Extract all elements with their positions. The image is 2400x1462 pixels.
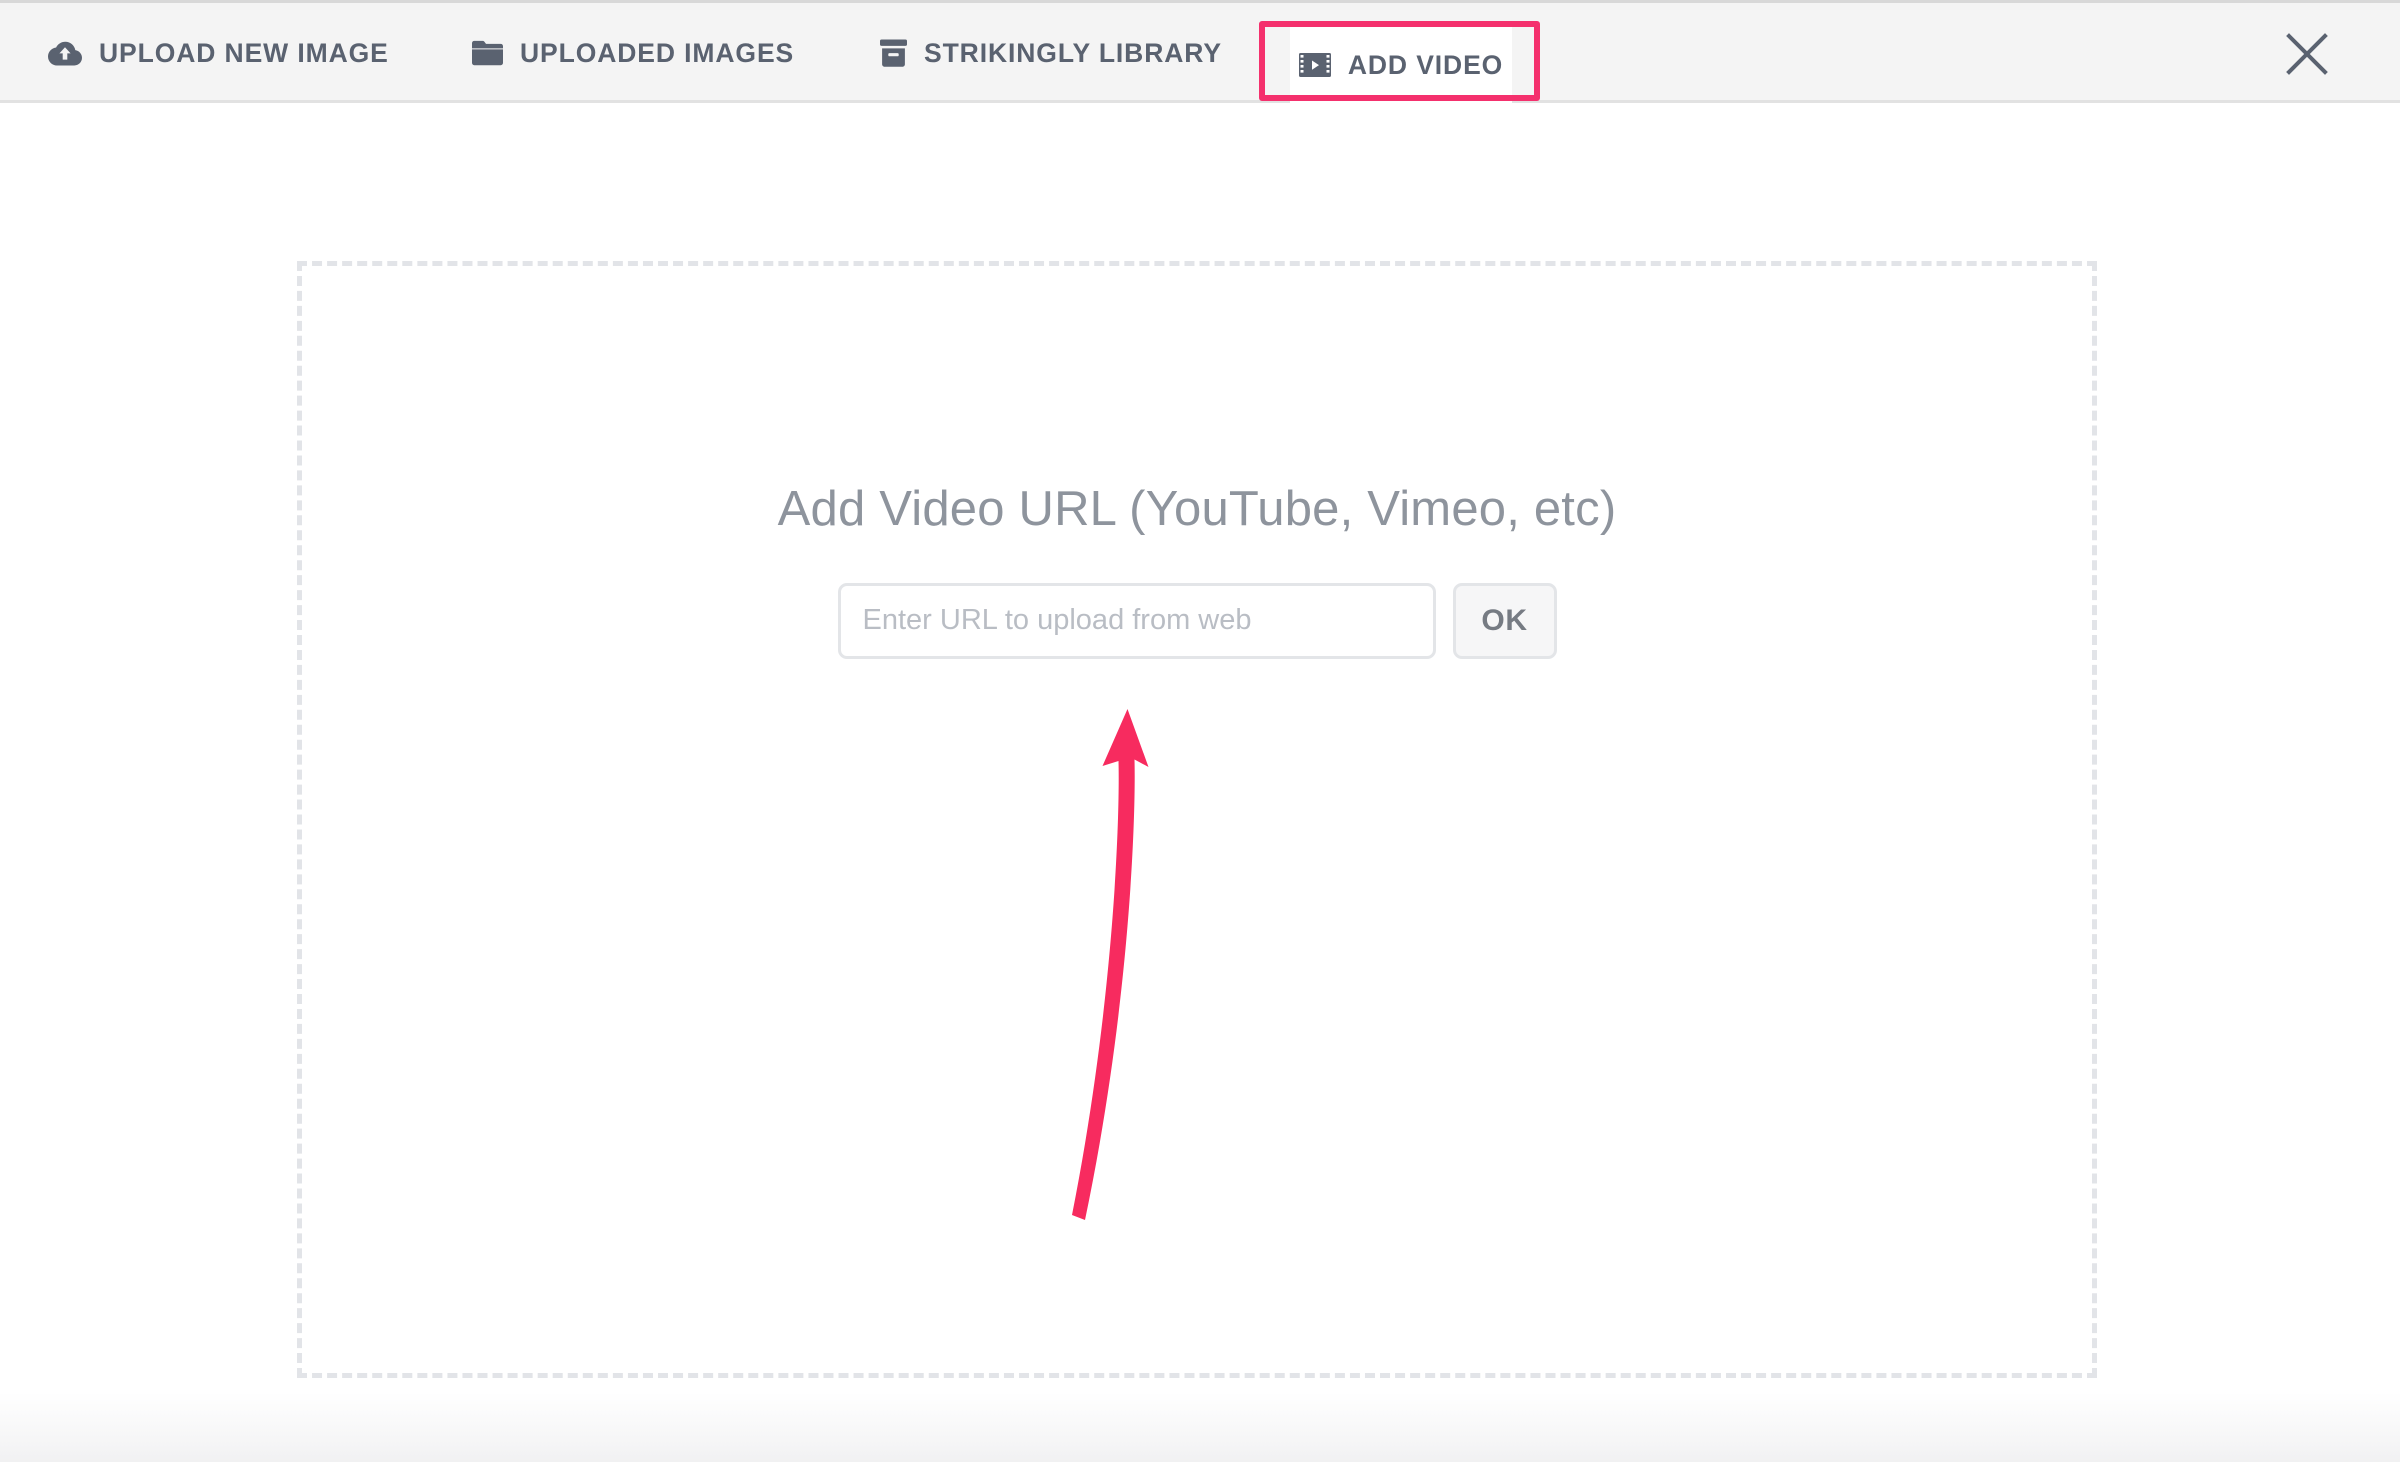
tab-label: UPLOADED IMAGES (520, 37, 795, 68)
modal-footer-strip (0, 1392, 2400, 1462)
folder-icon (472, 40, 503, 66)
tab-label: STRIKINGLY LIBRARY (924, 37, 1222, 68)
archive-box-icon (880, 39, 907, 67)
video-film-icon (1298, 53, 1331, 77)
close-modal-button[interactable] (2276, 25, 2338, 87)
media-picker-modal: UPLOAD NEW IMAGE UPLOADED IMAGES STRIKIN… (0, 0, 2400, 1462)
modal-header: UPLOAD NEW IMAGE UPLOADED IMAGES STRIKIN… (0, 3, 2400, 104)
add-video-panel: Add Video URL (YouTube, Vimeo, etc) OK (297, 480, 2097, 659)
media-dropzone[interactable] (297, 261, 2097, 1378)
page-title: Add Video URL (YouTube, Vimeo, etc) (777, 482, 1617, 536)
ok-button[interactable]: OK (1452, 582, 1557, 659)
tab-label: UPLOAD NEW IMAGE (99, 37, 389, 68)
tab-uploaded-images[interactable]: UPLOADED IMAGES (472, 3, 794, 103)
tab-strikingly-library[interactable]: STRIKINGLY LIBRARY (880, 3, 1222, 103)
cloud-upload-icon (48, 40, 82, 67)
tab-label: ADD VIDEO (1347, 49, 1504, 80)
video-url-input[interactable] (837, 582, 1436, 659)
close-icon (2284, 31, 2330, 82)
tab-add-video[interactable]: ADD VIDEO (1290, 26, 1512, 104)
tab-upload-new-image[interactable]: UPLOAD NEW IMAGE (48, 3, 389, 103)
video-url-row: OK (297, 582, 2097, 659)
